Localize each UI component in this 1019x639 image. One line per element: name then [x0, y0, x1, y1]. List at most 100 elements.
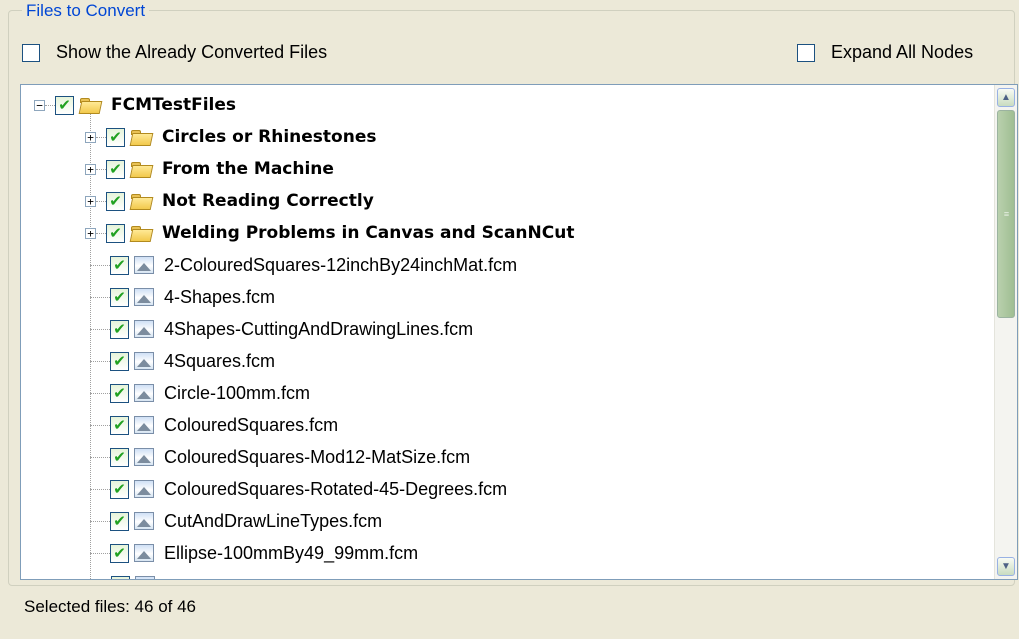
tree-connector [90, 392, 110, 394]
scroll-thumb[interactable]: ≡ [997, 110, 1015, 318]
checkmark-icon: ✔ [113, 352, 126, 370]
expand-all-checkbox[interactable] [797, 43, 815, 62]
node-label: FCMTestFiles [111, 95, 237, 115]
node-label: ColouredSquares.fcm [164, 414, 339, 435]
node-label: CutAndDrawLineTypes.fcm [164, 510, 383, 531]
node-label: Welding Problems in Canvas and ScanNCut [162, 223, 575, 243]
node-label: 4Squares.fcm [164, 350, 276, 371]
node-checkbox [111, 575, 130, 579]
tree-connector [96, 136, 106, 138]
node-label: Ellipse-100mmBy49_99mm.fcm [164, 542, 419, 563]
tree-file-node[interactable]: ✔ CutAndDrawLineTypes.fcm [90, 505, 382, 537]
folder-icon [130, 161, 152, 177]
node-label: Circles or Rhinestones [162, 127, 377, 147]
node-checkbox[interactable]: ✔ [106, 159, 125, 179]
image-file-icon [134, 512, 154, 530]
tree-file-node[interactable]: ✔ Ellipse-100mmBy49_99mm.fcm [90, 537, 418, 569]
tree-connector [90, 296, 110, 298]
node-checkbox[interactable]: ✔ [106, 127, 125, 147]
checkmark-icon: ✔ [109, 128, 122, 146]
image-file-icon [134, 416, 154, 434]
selected-files-status: Selected files: 46 of 46 [24, 597, 197, 616]
tree-folder-node[interactable]: + ✔ Not Reading Correctly [85, 185, 374, 217]
tree-file-node[interactable]: ✔ ColouredSquares.fcm [90, 409, 338, 441]
image-file-icon [134, 256, 154, 274]
scroll-down-button[interactable]: ▼ [997, 557, 1015, 576]
expand-all-label: Expand All Nodes [831, 42, 974, 62]
node-checkbox[interactable]: ✔ [110, 479, 129, 499]
minus-icon[interactable]: − [34, 99, 45, 111]
tree-connector [45, 104, 55, 106]
image-file-icon [134, 544, 154, 562]
node-checkbox[interactable]: ✔ [110, 383, 129, 403]
checkmark-icon: ✔ [113, 416, 126, 434]
node-checkbox[interactable]: ✔ [110, 319, 129, 339]
checkmark-icon: ✔ [113, 480, 126, 498]
node-checkbox[interactable]: ✔ [110, 351, 129, 371]
node-checkbox[interactable]: ✔ [110, 543, 129, 563]
tree-connector [90, 552, 110, 554]
node-checkbox[interactable]: ✔ [110, 447, 129, 467]
expand-all-option[interactable]: Expand All Nodes [797, 42, 973, 63]
tree-file-node[interactable]: ✔ Circle-100mm.fcm [90, 377, 310, 409]
checkmark-icon: ✔ [113, 256, 126, 274]
folder-icon [79, 97, 101, 113]
node-label: ColouredSquares-Mod12-MatSize.fcm [164, 446, 471, 467]
tree-folder-node[interactable]: + ✔ Welding Problems in Canvas and ScanNCu… [85, 217, 574, 249]
tree-folder-node[interactable]: + ✔ Circles or Rhinestones [85, 121, 376, 153]
image-file-icon [135, 576, 155, 579]
image-file-icon [134, 352, 154, 370]
tree-connector [90, 520, 110, 522]
plus-icon[interactable]: + [85, 163, 96, 175]
tree-file-node[interactable]: ✔ ColouredSquares-Mod12-MatSize.fcm [90, 441, 470, 473]
grip-icon: ≡ [1003, 209, 1009, 219]
tree-folder-node[interactable]: + ✔ From the Machine [85, 153, 334, 185]
file-tree[interactable]: ▲ ≡ ▼ − ✔ FCMTestFiles + ✔ Circles or Rhinest… [20, 84, 1018, 580]
tree-file-node[interactable]: ✔ 2-ColouredSquares-12inchBy24inchMat.fcm [90, 249, 517, 281]
node-checkbox[interactable]: ✔ [110, 511, 129, 531]
show-converted-label: Show the Already Converted Files [56, 42, 328, 62]
checkmark-icon: ✔ [113, 448, 126, 466]
tree-connector [90, 488, 110, 490]
tree-root-node[interactable]: − ✔ FCMTestFiles [34, 89, 236, 121]
plus-icon[interactable]: + [85, 195, 96, 207]
checkmark-icon: ✔ [109, 224, 122, 242]
vertical-scrollbar[interactable]: ▲ ≡ ▼ [994, 85, 1017, 579]
show-converted-checkbox[interactable] [22, 43, 40, 62]
tree-connector [90, 328, 110, 330]
show-converted-option[interactable]: Show the Already Converted Files [22, 42, 327, 63]
tree-connector [96, 200, 106, 202]
node-checkbox[interactable]: ✔ [55, 95, 74, 115]
arrow-up-icon: ▲ [1001, 92, 1011, 103]
image-file-icon [134, 480, 154, 498]
plus-icon[interactable]: + [85, 227, 96, 239]
folder-icon [130, 129, 152, 145]
tree-file-node[interactable]: ✔ 4-Shapes.fcm [90, 281, 275, 313]
scroll-up-button[interactable]: ▲ [997, 88, 1015, 107]
tree-connector [90, 424, 110, 426]
arrow-down-icon: ▼ [1001, 561, 1011, 572]
checkmark-icon: ✔ [109, 192, 122, 210]
node-checkbox[interactable]: ✔ [110, 255, 129, 275]
checkmark-icon: ✔ [58, 96, 71, 114]
node-label: 4Shapes-CuttingAndDrawingLines.fcm [164, 318, 474, 339]
node-label: ColouredSquares-Rotated-45-Degrees.fcm [164, 478, 508, 499]
node-checkbox[interactable]: ✔ [106, 191, 125, 211]
plus-icon[interactable]: + [85, 131, 96, 143]
tree-file-node[interactable]: ✔ 4Shapes-CuttingAndDrawingLines.fcm [90, 313, 473, 345]
tree-file-node-partial [111, 569, 155, 579]
checkmark-icon: ✔ [113, 512, 126, 530]
node-checkbox[interactable]: ✔ [110, 415, 129, 435]
tree-connector [90, 360, 110, 362]
folder-icon [130, 193, 152, 209]
tree-connector [96, 168, 106, 170]
node-checkbox[interactable]: ✔ [110, 287, 129, 307]
node-checkbox[interactable]: ✔ [106, 223, 125, 243]
tree-connector [90, 456, 110, 458]
image-file-icon [134, 448, 154, 466]
tree-file-node[interactable]: ✔ 4Squares.fcm [90, 345, 275, 377]
tree-connector [90, 264, 110, 266]
node-label: 2-ColouredSquares-12inchBy24inchMat.fcm [164, 254, 518, 275]
checkmark-icon: ✔ [113, 288, 126, 306]
tree-file-node[interactable]: ✔ ColouredSquares-Rotated-45-Degrees.fcm [90, 473, 507, 505]
